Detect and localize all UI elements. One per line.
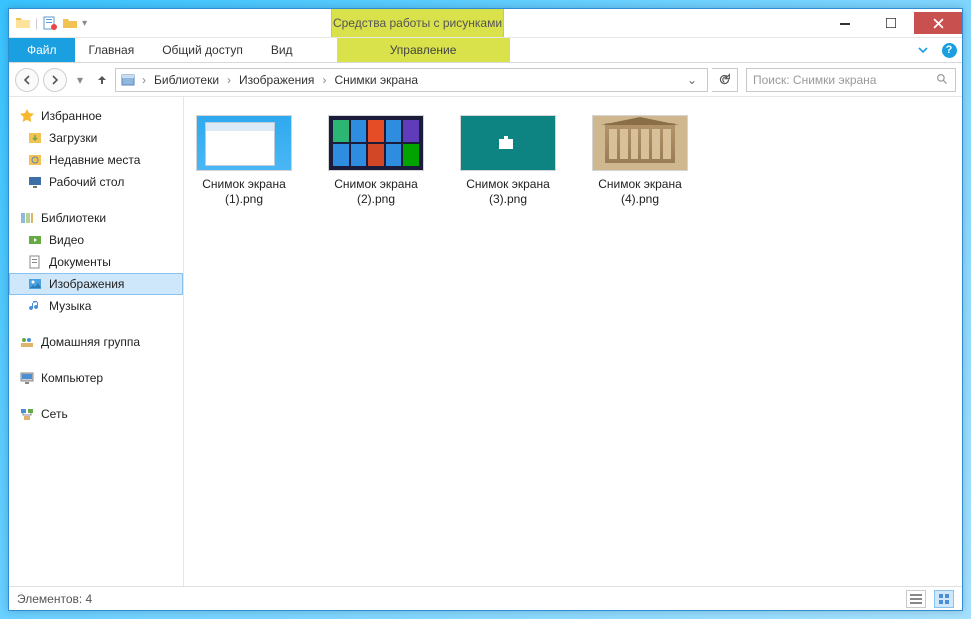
tree-label: Загрузки	[49, 131, 97, 145]
folder-icon	[15, 15, 31, 31]
thumbnail	[460, 115, 556, 171]
downloads-icon	[27, 130, 43, 146]
tree-desktop[interactable]: Рабочий стол	[9, 171, 183, 193]
tab-manage[interactable]: Управление	[337, 38, 510, 62]
explorer-window: | ▾ Средства работы с рисунками Снимки э…	[8, 8, 963, 611]
tree-favorites[interactable]: Избранное	[9, 105, 183, 127]
tree-label: Видео	[49, 233, 84, 247]
chevron-right-icon[interactable]: ›	[225, 73, 233, 87]
item-count: Элементов: 4	[17, 592, 92, 606]
tree-libraries[interactable]: Библиотеки	[9, 207, 183, 229]
thumbnails-view-button[interactable]	[934, 590, 954, 608]
tree-recent[interactable]: Недавние места	[9, 149, 183, 171]
tree-label: Документы	[49, 255, 111, 269]
history-dropdown[interactable]: ▾	[71, 67, 89, 93]
desktop-icon	[27, 174, 43, 190]
tree-computer[interactable]: Компьютер	[9, 367, 183, 389]
chevron-right-icon[interactable]: ›	[320, 73, 328, 87]
status-bar: Элементов: 4	[9, 586, 962, 610]
close-button[interactable]	[914, 12, 962, 34]
search-icon	[936, 73, 949, 86]
file-name: Снимок экрана (1).png	[202, 177, 286, 207]
tree-label: Недавние места	[49, 153, 140, 167]
maximize-button[interactable]	[868, 12, 914, 34]
tree-pictures[interactable]: Изображения	[9, 273, 183, 295]
tree-music[interactable]: Музыка	[9, 295, 183, 317]
libraries-icon	[19, 210, 35, 226]
address-dropdown[interactable]: ⌄	[681, 73, 703, 87]
tree-label: Домашняя группа	[41, 335, 140, 349]
search-box[interactable]	[746, 68, 956, 92]
body: Избранное Загрузки Недавние места Рабочи…	[9, 97, 962, 586]
window-controls	[822, 12, 962, 34]
contextual-tab-caption: Средства работы с рисунками	[331, 9, 504, 37]
back-button[interactable]	[15, 68, 39, 92]
tree-homegroup[interactable]: Домашняя группа	[9, 331, 183, 353]
tree-label: Рабочий стол	[49, 175, 124, 189]
tree-videos[interactable]: Видео	[9, 229, 183, 251]
thumbnail	[592, 115, 688, 171]
forward-button[interactable]	[43, 68, 67, 92]
properties-icon[interactable]	[42, 15, 58, 31]
new-folder-icon[interactable]	[62, 15, 78, 31]
file-item[interactable]: Снимок экрана (1).png	[192, 115, 296, 207]
address-bar[interactable]: › Библиотеки › Изображения › Снимки экра…	[115, 68, 708, 92]
qat-separator: ▾	[82, 18, 87, 29]
tab-share[interactable]: Общий доступ	[148, 38, 257, 62]
minimize-button[interactable]	[822, 12, 868, 34]
search-input[interactable]	[753, 73, 930, 87]
computer-icon	[19, 370, 35, 386]
picture-icon	[27, 276, 43, 292]
file-item[interactable]: Снимок экрана (4).png	[588, 115, 692, 207]
file-tab[interactable]: Файл	[9, 38, 75, 62]
network-icon	[19, 406, 35, 422]
details-view-button[interactable]	[906, 590, 926, 608]
breadcrumb-item[interactable]: Библиотеки	[150, 73, 223, 87]
expand-ribbon-button[interactable]	[910, 38, 936, 62]
file-item[interactable]: Снимок экрана (3).png	[456, 115, 560, 207]
document-icon	[27, 254, 43, 270]
thumbnail	[196, 115, 292, 171]
breadcrumb-item[interactable]: Изображения	[235, 73, 318, 87]
title-bar: | ▾ Средства работы с рисунками Снимки э…	[9, 9, 962, 37]
navigation-bar: ▾ › Библиотеки › Изображения › Снимки эк…	[9, 63, 962, 97]
chevron-right-icon[interactable]: ›	[140, 73, 148, 87]
ribbon: Файл Главная Общий доступ Вид Управление…	[9, 37, 962, 63]
tree-label: Музыка	[49, 299, 91, 313]
music-icon	[27, 298, 43, 314]
tree-downloads[interactable]: Загрузки	[9, 127, 183, 149]
homegroup-icon	[19, 334, 35, 350]
tree-label: Компьютер	[41, 371, 103, 385]
tree-documents[interactable]: Документы	[9, 251, 183, 273]
refresh-button[interactable]	[712, 68, 738, 92]
star-icon	[19, 108, 35, 124]
breadcrumb-item[interactable]: Снимки экрана	[330, 73, 422, 87]
navigation-tree: Избранное Загрузки Недавние места Рабочи…	[9, 97, 184, 586]
tree-label: Изображения	[49, 277, 124, 291]
file-item[interactable]: Снимок экрана (2).png	[324, 115, 428, 207]
quick-access-toolbar: | ▾	[9, 15, 93, 31]
file-name: Снимок экрана (4).png	[598, 177, 682, 207]
help-button[interactable]: ?	[936, 38, 962, 62]
recent-icon	[27, 152, 43, 168]
file-name: Снимок экрана (3).png	[466, 177, 550, 207]
video-icon	[27, 232, 43, 248]
file-name: Снимок экрана (2).png	[334, 177, 418, 207]
tree-label: Избранное	[41, 109, 102, 123]
thumbnail	[328, 115, 424, 171]
tab-view[interactable]: Вид	[257, 38, 307, 62]
folder-icon	[120, 72, 136, 88]
up-button[interactable]	[93, 67, 111, 93]
tree-label: Библиотеки	[41, 211, 106, 225]
tree-network[interactable]: Сеть	[9, 403, 183, 425]
tab-home[interactable]: Главная	[75, 38, 149, 62]
tree-label: Сеть	[41, 407, 68, 421]
file-view[interactable]: Снимок экрана (1).png Снимок экрана (2).…	[184, 97, 962, 586]
